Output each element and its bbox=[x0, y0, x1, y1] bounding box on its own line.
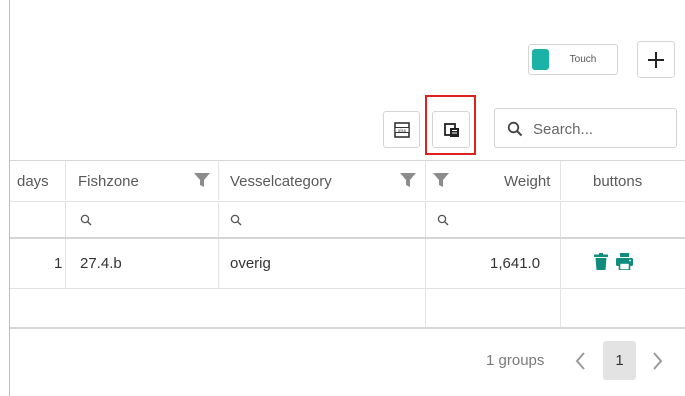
search-icon[interactable] bbox=[230, 214, 242, 226]
column-header-vesselcategory[interactable]: Vesselcategory bbox=[230, 173, 332, 190]
column-header-weight[interactable]: Weight bbox=[504, 173, 550, 190]
column-header-fishzone[interactable]: Fishzone bbox=[78, 173, 139, 190]
table-row[interactable]: 1 27.4.b overig 1,641.0 bbox=[10, 239, 685, 288]
next-page-button[interactable] bbox=[645, 345, 669, 377]
search-icon bbox=[507, 121, 523, 137]
highlight-box bbox=[425, 95, 476, 155]
filter-icon[interactable] bbox=[194, 173, 210, 187]
add-button[interactable] bbox=[637, 41, 675, 78]
svg-text:xlsx: xlsx bbox=[398, 128, 407, 133]
chevron-left-icon bbox=[575, 352, 585, 370]
export-xlsx-button[interactable]: xlsx bbox=[383, 111, 420, 148]
search-icon[interactable] bbox=[80, 214, 92, 226]
footer-separator bbox=[10, 327, 685, 329]
print-icon[interactable] bbox=[616, 253, 633, 270]
search-field[interactable] bbox=[494, 108, 677, 148]
cell-days: 1 bbox=[54, 255, 63, 272]
touch-toggle[interactable]: Touch bbox=[528, 44, 618, 75]
grid-empty-area bbox=[10, 289, 685, 328]
page-button-1[interactable]: 1 bbox=[603, 341, 636, 380]
chevron-right-icon bbox=[653, 352, 663, 370]
touch-swatch bbox=[532, 49, 549, 70]
groups-count: 1 groups bbox=[486, 352, 545, 369]
cell-fishzone: 27.4.b bbox=[80, 255, 122, 272]
header-row: days Fishzone Vesselcategory Weight butt… bbox=[10, 161, 685, 200]
trash-icon[interactable] bbox=[594, 253, 608, 270]
filter-icon[interactable] bbox=[433, 173, 449, 187]
search-icon[interactable] bbox=[437, 214, 449, 226]
search-input[interactable] bbox=[531, 117, 670, 141]
plus-icon bbox=[648, 52, 664, 68]
filter-icon[interactable] bbox=[400, 173, 416, 187]
filter-row bbox=[10, 201, 685, 239]
column-header-buttons: buttons bbox=[593, 173, 643, 190]
column-header-days[interactable]: days bbox=[17, 173, 49, 190]
cell-weight: 1,641.0 bbox=[490, 255, 541, 272]
prev-page-button[interactable] bbox=[569, 345, 593, 377]
touch-label: Touch bbox=[569, 54, 597, 65]
cell-vesselcategory: overig bbox=[230, 255, 271, 272]
xlsx-export-icon: xlsx bbox=[394, 122, 410, 138]
